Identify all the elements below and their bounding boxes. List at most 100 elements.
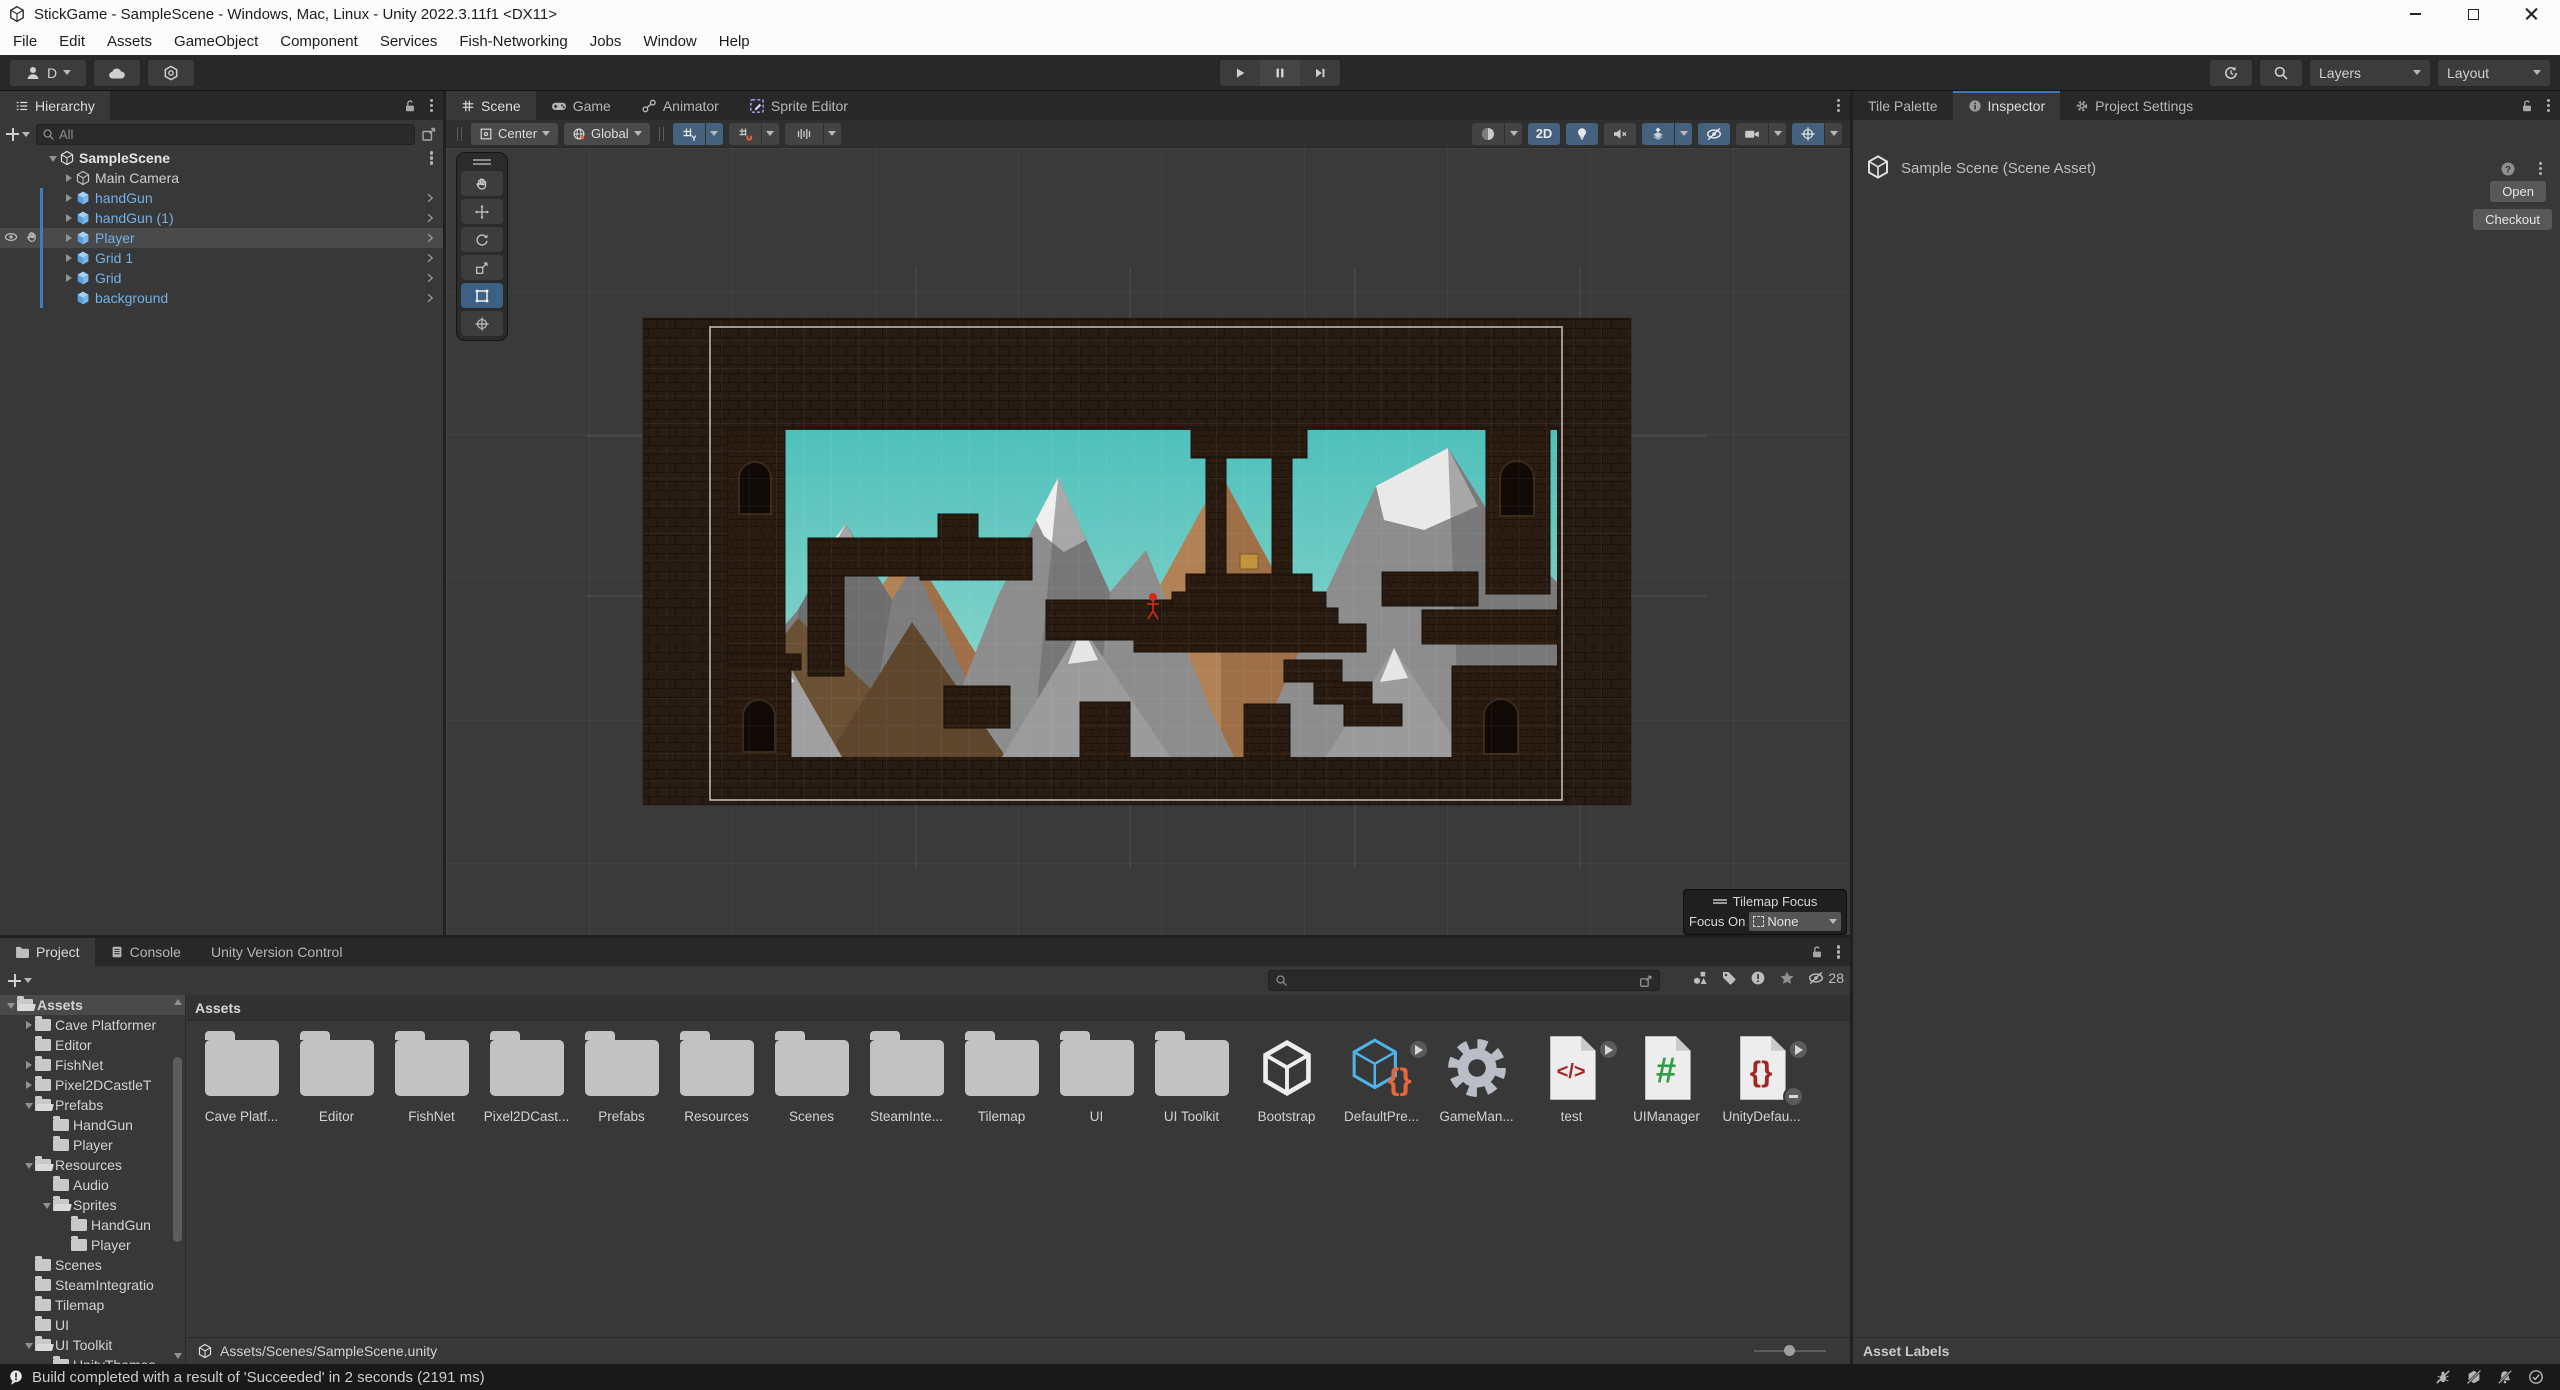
grid-snap-dropdown[interactable] — [706, 123, 723, 145]
zoom-slider[interactable] — [1754, 1350, 1826, 1352]
tab-project-settings[interactable]: Project Settings — [2060, 91, 2208, 120]
hierarchy-item[interactable]: Main Camera — [0, 168, 443, 188]
hierarchy-item[interactable]: background — [0, 288, 443, 308]
asset-item[interactable]: UI Toolkit — [1144, 1031, 1239, 1337]
tree-item[interactable]: Resources — [0, 1155, 185, 1175]
menu-item-component[interactable]: Component — [269, 33, 369, 50]
prefab-chevron-icon[interactable] — [424, 252, 436, 264]
hierarchy-search-input[interactable] — [59, 127, 409, 142]
tree-item[interactable]: Player — [0, 1135, 185, 1155]
menu-item-window[interactable]: Window — [632, 33, 707, 50]
scrollbar-thumb[interactable] — [173, 1057, 182, 1242]
prefab-chevron-icon[interactable] — [424, 292, 436, 304]
undo-history-button[interactable] — [2210, 60, 2252, 86]
menu-item-edit[interactable]: Edit — [48, 33, 96, 50]
tree-item[interactable]: Sprites — [0, 1195, 185, 1215]
tree-item[interactable]: UI Toolkit — [0, 1335, 185, 1355]
lock-icon[interactable] — [2520, 99, 2534, 113]
tree-item[interactable]: HandGun — [0, 1215, 185, 1235]
tab-unity-version-control[interactable]: Unity Version Control — [196, 938, 358, 966]
grid-snap-toggle[interactable] — [673, 123, 705, 145]
move-tool-button[interactable] — [461, 199, 503, 224]
audio-toggle[interactable] — [1604, 123, 1636, 145]
tree-item[interactable]: Editor — [0, 1035, 185, 1055]
hierarchy-item[interactable]: handGun — [0, 188, 443, 208]
more-menu-icon[interactable] — [2547, 104, 2550, 107]
asset-labels-header[interactable]: Asset Labels — [1863, 1343, 1949, 1359]
tree-item[interactable]: SteamIntegratio — [0, 1275, 185, 1295]
menu-item-help[interactable]: Help — [708, 33, 761, 50]
maximize-button[interactable] — [2444, 0, 2502, 28]
lock-icon[interactable] — [1810, 945, 1824, 959]
2d-toggle[interactable]: 2D — [1528, 123, 1560, 145]
camera-settings-button[interactable] — [1736, 123, 1768, 145]
type-filter-icon[interactable] — [1692, 970, 1708, 986]
open-button[interactable]: Open — [2490, 181, 2546, 202]
grid-visual-toggle[interactable] — [729, 123, 761, 145]
tree-item[interactable]: Audio — [0, 1175, 185, 1195]
foldout-closed-icon[interactable] — [62, 212, 75, 225]
visibility-toggle-icon[interactable] — [4, 230, 18, 244]
prefab-chevron-icon[interactable] — [424, 232, 436, 244]
hierarchy-item[interactable]: handGun (1) — [0, 208, 443, 228]
overlay-grip[interactable] — [457, 127, 462, 141]
transform-tool-button[interactable] — [461, 311, 503, 336]
favorites-icon[interactable] — [1779, 970, 1795, 986]
tree-item[interactable]: Scenes — [0, 1255, 185, 1275]
debugger-disabled-icon[interactable] — [2435, 1369, 2451, 1385]
tab-game[interactable]: Game — [536, 91, 626, 120]
expand-badge[interactable] — [1408, 1039, 1429, 1060]
picker-icon[interactable] — [1639, 974, 1653, 988]
menu-item-services[interactable]: Services — [369, 33, 449, 50]
asset-item[interactable]: Pixel2DCast... — [479, 1031, 574, 1337]
tree-item[interactable]: Tilemap — [0, 1295, 185, 1315]
asset-item[interactable]: Bootstrap — [1239, 1031, 1334, 1337]
expand-badge[interactable] — [1598, 1039, 1619, 1060]
asset-item[interactable]: Editor — [289, 1031, 384, 1337]
tab-hierarchy[interactable]: Hierarchy — [0, 91, 110, 120]
gizmos-dropdown[interactable] — [1825, 123, 1842, 145]
scale-tool-button[interactable] — [461, 255, 503, 280]
assets-breadcrumb-header[interactable]: Assets — [195, 1000, 241, 1016]
help-icon[interactable] — [2500, 161, 2516, 177]
cloud-services-button[interactable] — [94, 60, 140, 86]
menu-item-assets[interactable]: Assets — [96, 33, 163, 50]
pick-toggle-icon[interactable] — [25, 230, 39, 244]
tab-animator[interactable]: Animator — [626, 91, 734, 120]
tab-sprite-editor[interactable]: Sprite Editor — [734, 91, 863, 120]
lock-icon[interactable] — [403, 99, 417, 113]
lighting-toggle[interactable] — [1566, 123, 1598, 145]
asset-item[interactable]: SteamInte... — [859, 1031, 954, 1337]
more-menu-icon[interactable] — [2539, 167, 2542, 170]
asset-item[interactable]: GameMan... — [1429, 1031, 1524, 1337]
tree-item[interactable]: FishNet — [0, 1055, 185, 1075]
tree-item[interactable]: Prefabs — [0, 1095, 185, 1115]
foldout-closed-icon[interactable] — [62, 192, 75, 205]
tab-project[interactable]: Project — [0, 938, 95, 966]
hierarchy-search[interactable] — [36, 124, 415, 145]
tree-item[interactable]: Cave Platformer — [0, 1015, 185, 1035]
menu-item-file[interactable]: File — [2, 33, 48, 50]
asset-item[interactable]: {} UnityDefau... — [1714, 1031, 1809, 1337]
foldout-open-icon[interactable] — [46, 152, 59, 165]
tree-item[interactable]: UnityThemes — [0, 1355, 185, 1364]
tree-item[interactable]: Pixel2DCastleT — [0, 1075, 185, 1095]
picker-icon[interactable] — [421, 126, 437, 142]
overlay-grip[interactable] — [659, 127, 664, 141]
tab-console[interactable]: Console — [95, 938, 196, 966]
menu-item-fish-networking[interactable]: Fish-Networking — [448, 33, 578, 50]
layers-dropdown[interactable]: Layers — [2310, 60, 2430, 86]
project-search[interactable] — [1268, 970, 1660, 991]
plastic-scm-button[interactable] — [148, 60, 194, 86]
hidden-count-toggle[interactable]: 28 — [1808, 970, 1844, 986]
draw-mode-dropdown[interactable] — [1505, 123, 1522, 145]
tree-item[interactable]: Player — [0, 1235, 185, 1255]
tab-scene[interactable]: Scene — [446, 91, 536, 120]
asset-item[interactable]: Scenes — [764, 1031, 859, 1337]
effects-dropdown[interactable] — [1675, 123, 1692, 145]
scroll-up-icon[interactable] — [174, 999, 182, 1005]
add-gameobject-button[interactable] — [6, 128, 30, 141]
hierarchy-item-scene[interactable]: SampleScene — [0, 148, 443, 168]
pause-button[interactable] — [1260, 60, 1300, 86]
search-button[interactable] — [2260, 60, 2302, 86]
